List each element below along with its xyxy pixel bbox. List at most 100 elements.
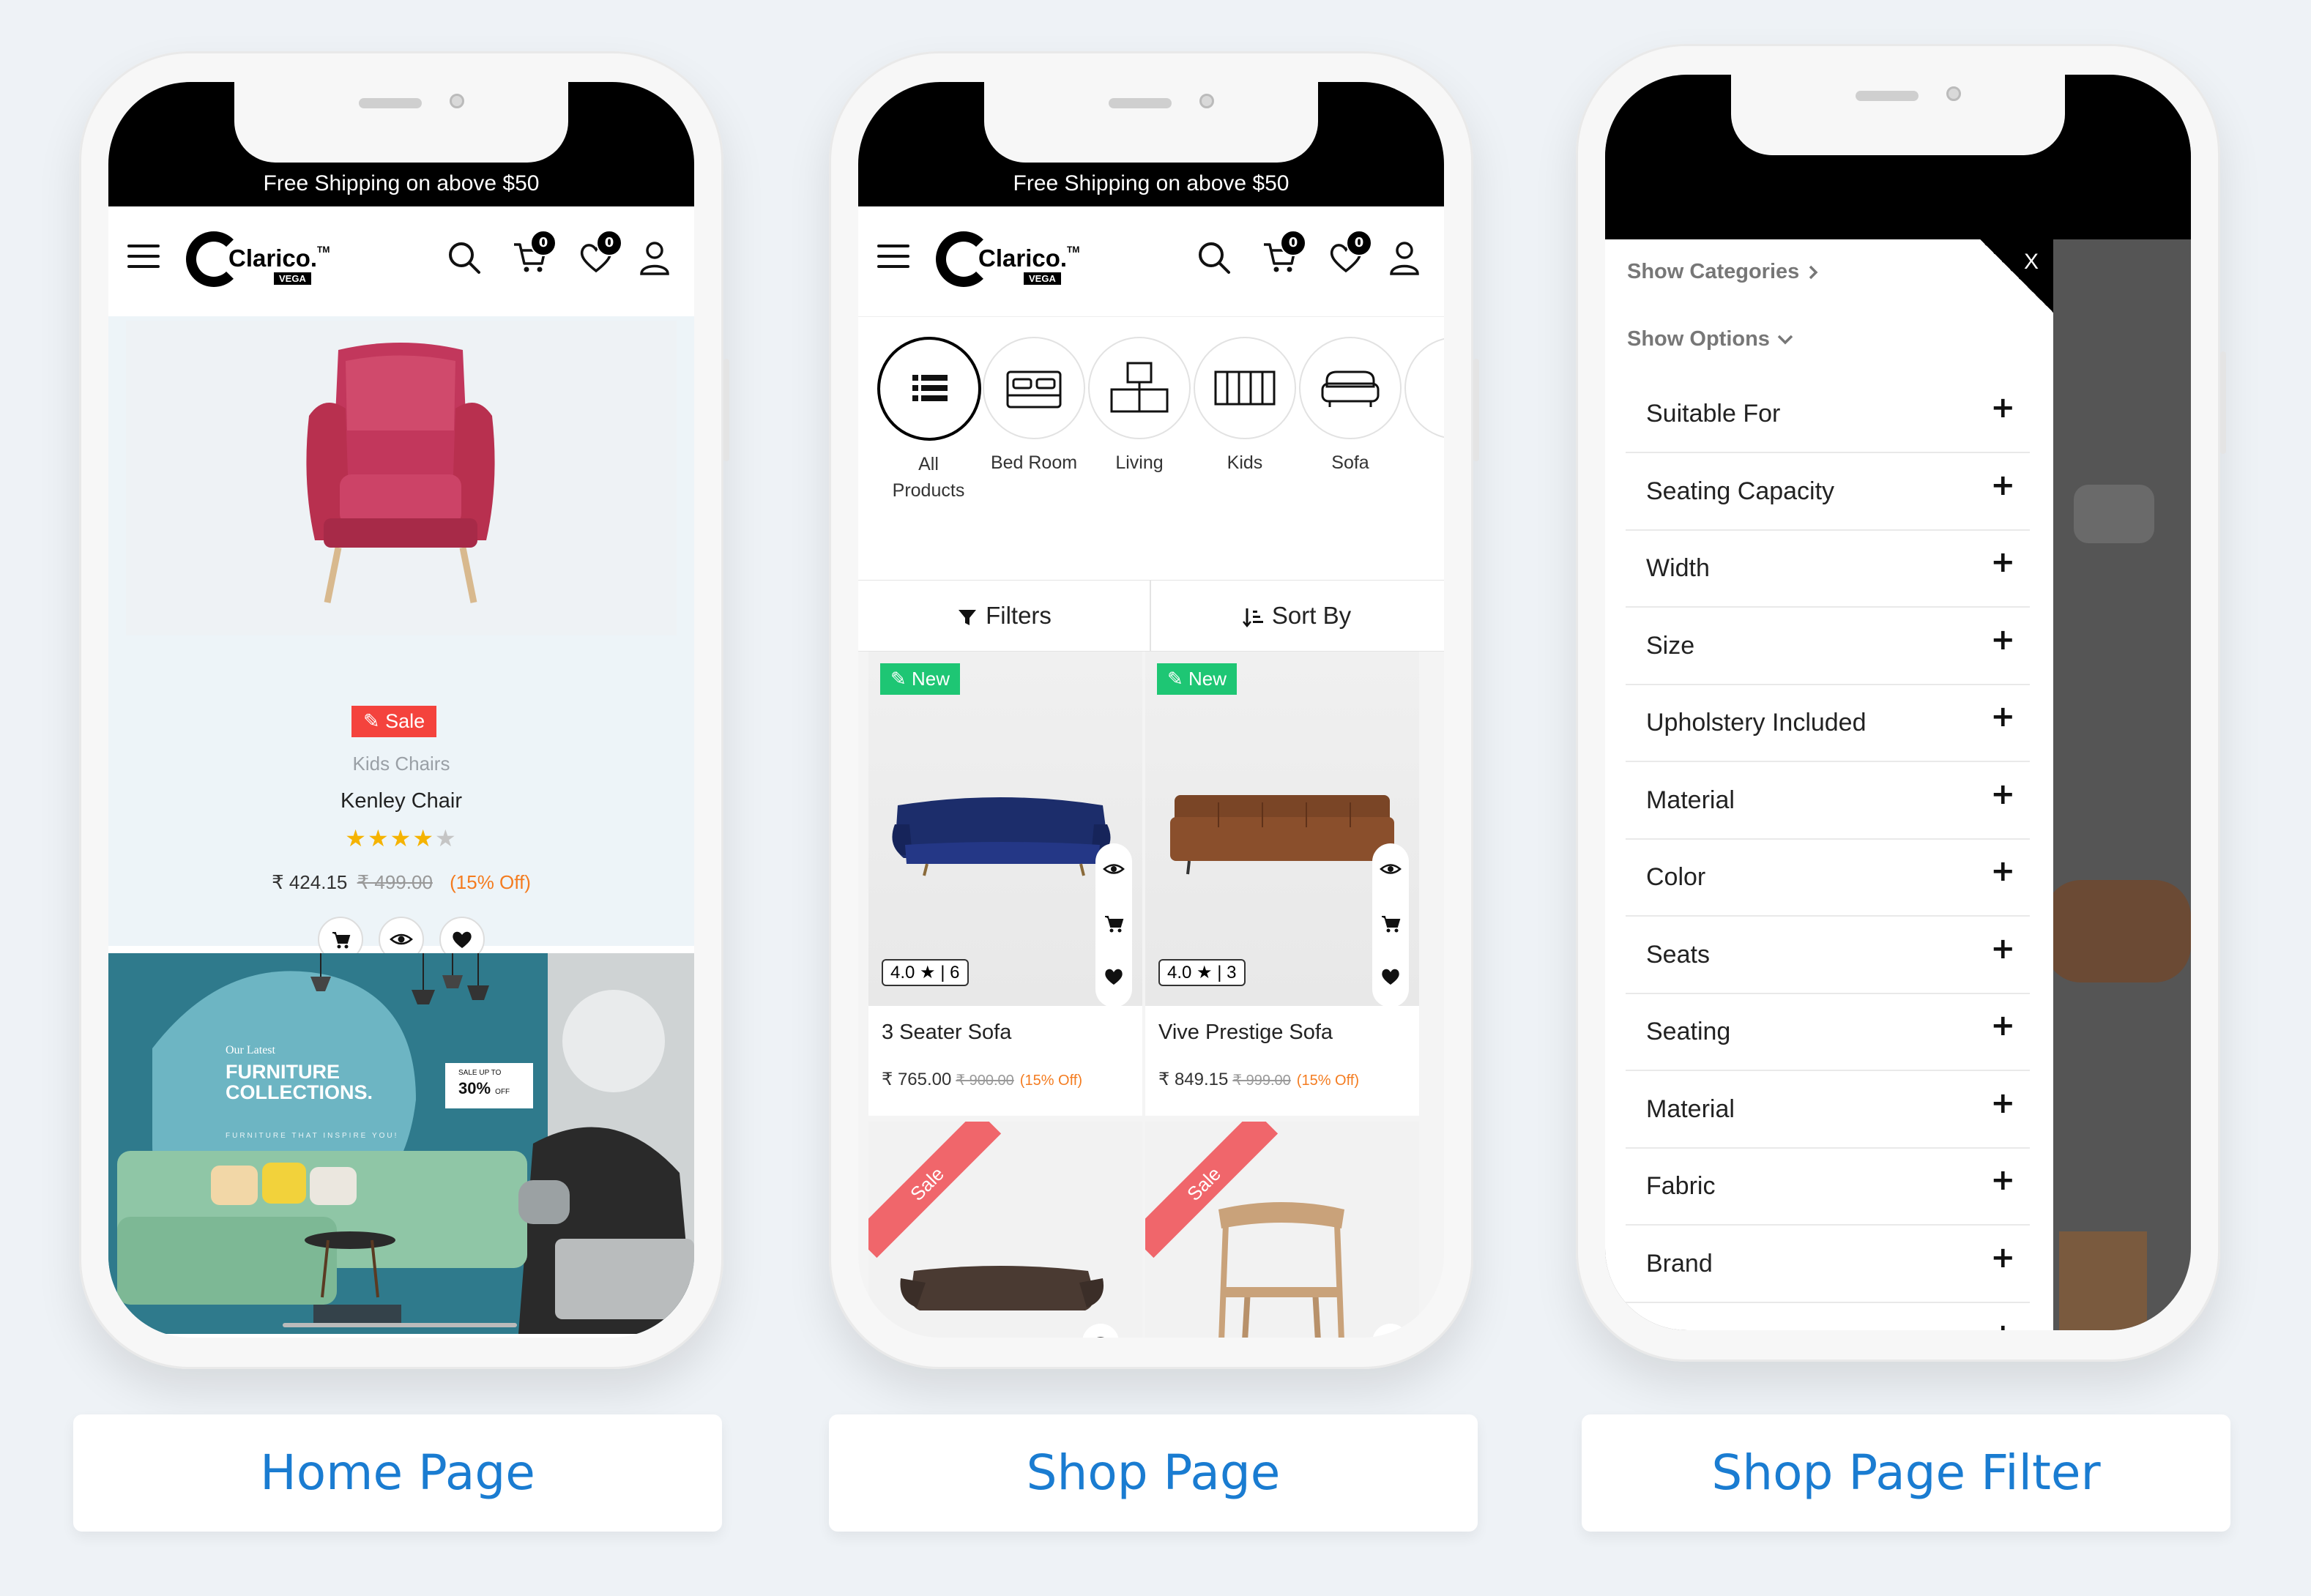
show-options-toggle[interactable]: Show Options bbox=[1627, 327, 1795, 351]
cart-icon[interactable] bbox=[1101, 911, 1126, 936]
quick-view-button[interactable] bbox=[1082, 1324, 1119, 1338]
category-all-products[interactable]: All Products bbox=[877, 337, 981, 504]
search-icon[interactable] bbox=[444, 237, 485, 278]
plus-icon[interactable]: + bbox=[1990, 932, 2015, 966]
user-icon[interactable] bbox=[634, 237, 675, 278]
logo-tm: TM bbox=[1067, 245, 1080, 255]
wishlist-button[interactable]: 0 bbox=[576, 230, 622, 278]
product-name[interactable]: 3 Seater Sofa bbox=[882, 1021, 1011, 1045]
category-living[interactable]: Living bbox=[1088, 337, 1191, 476]
plus-icon[interactable]: + bbox=[1990, 1241, 2015, 1275]
product-category[interactable]: Kids Chairs bbox=[108, 753, 694, 775]
plus-icon[interactable]: + bbox=[1990, 700, 2015, 734]
filter-option[interactable]: Seats + bbox=[1626, 916, 2030, 994]
filters-button[interactable]: Filters bbox=[858, 581, 1150, 651]
filter-option[interactable]: Seating + bbox=[1626, 993, 2030, 1071]
product-card[interactable]: ✎ New 4.0 ★ | 6 3 Seater Sofa ₹ 765.00 ₹ … bbox=[868, 652, 1142, 1116]
product-image[interactable] bbox=[126, 321, 677, 635]
wishlist-button[interactable]: 0 bbox=[1325, 230, 1372, 278]
banner-title: FURNITURE COLLECTIONS. bbox=[226, 1062, 373, 1103]
product-info: Vive Prestige Sofa ₹ 849.15 ₹ 999.00 (15% … bbox=[1145, 1006, 1419, 1116]
armchair-image bbox=[306, 343, 495, 603]
logo-text: Clarico. bbox=[978, 245, 1068, 272]
cart-icon[interactable] bbox=[1378, 911, 1403, 936]
plus-icon[interactable]: + bbox=[1990, 1318, 2015, 1330]
product-card[interactable]: ✎ New 4.0 ★ | 3 Vive Prestige Sofa ₹ 849… bbox=[1145, 652, 1419, 1116]
filter-sort-bar: Filters Sort By bbox=[858, 580, 1444, 652]
new-label: New bbox=[1188, 668, 1227, 690]
old-price: ₹ 999.00 bbox=[1232, 1073, 1291, 1089]
eye-icon[interactable] bbox=[1101, 857, 1126, 881]
filter-option[interactable]: Price Range + bbox=[1626, 1302, 2030, 1330]
home-indicator bbox=[283, 1323, 517, 1327]
filter-icon bbox=[959, 610, 977, 626]
product-name[interactable]: Kenley Chair bbox=[108, 789, 694, 813]
show-categories-toggle[interactable]: Show Categories bbox=[1627, 260, 1821, 284]
plus-icon[interactable]: + bbox=[1990, 778, 2015, 811]
cart-button[interactable]: 0 bbox=[1259, 230, 1306, 278]
category-sofa[interactable]: Sofa bbox=[1299, 337, 1402, 476]
caption-home: Home Page bbox=[73, 1414, 722, 1532]
filter-option[interactable]: Brand + bbox=[1626, 1225, 2030, 1303]
camera bbox=[1946, 86, 1961, 101]
rating-chip: 4.0 ★ | 6 bbox=[882, 959, 969, 986]
wooden-chair-image bbox=[1218, 1202, 1344, 1338]
brand-logo[interactable]: Clarico.TM VEGA bbox=[186, 227, 330, 291]
filter-option[interactable]: Fabric + bbox=[1626, 1147, 2030, 1226]
banner-sale-value: 30% OFF bbox=[458, 1079, 510, 1098]
filter-option[interactable]: Material + bbox=[1626, 761, 2030, 840]
logo-text: Clarico. bbox=[228, 245, 318, 272]
product-card[interactable]: Sale bbox=[868, 1122, 1142, 1338]
product-name[interactable]: Vive Prestige Sofa bbox=[1158, 1021, 1333, 1045]
cart-button[interactable]: 0 bbox=[510, 230, 557, 278]
user-icon[interactable] bbox=[1384, 237, 1425, 278]
rating-value: 4.0 bbox=[890, 963, 915, 982]
plus-icon[interactable]: + bbox=[1990, 391, 2015, 425]
sort-button[interactable]: Sort By bbox=[1151, 581, 1443, 651]
camera bbox=[450, 94, 464, 108]
brand-logo[interactable]: Clarico.TM VEGA bbox=[936, 227, 1079, 291]
filter-option[interactable]: Material + bbox=[1626, 1070, 2030, 1149]
filter-option[interactable]: Seating Capacity + bbox=[1626, 452, 2030, 531]
menu-icon[interactable] bbox=[127, 245, 160, 275]
card-actions bbox=[1095, 843, 1132, 1007]
category-kids[interactable]: Kids bbox=[1194, 337, 1296, 476]
promo-banner[interactable]: Our Latest FURNITURE COLLECTIONS. FURNITU… bbox=[108, 953, 694, 1334]
plus-icon[interactable]: + bbox=[1990, 854, 2015, 888]
filter-option[interactable]: Size + bbox=[1626, 607, 2030, 685]
plus-icon[interactable]: + bbox=[1990, 545, 2015, 579]
filters-label: Filters bbox=[986, 602, 1052, 629]
menu-icon[interactable] bbox=[877, 245, 909, 275]
filter-option[interactable]: Suitable For + bbox=[1626, 375, 2030, 453]
quick-view-button[interactable] bbox=[1372, 1324, 1409, 1338]
price: ₹ 849.15 bbox=[1158, 1070, 1229, 1089]
caption-filter-text: Shop Page Filter bbox=[1711, 1444, 2101, 1501]
close-button[interactable]: X bbox=[1980, 239, 2053, 313]
heart-icon[interactable] bbox=[1378, 963, 1403, 988]
filter-option[interactable]: Color + bbox=[1626, 838, 2030, 917]
plus-icon[interactable]: + bbox=[1990, 469, 2015, 502]
star-icon: ★ bbox=[345, 824, 368, 852]
sale-badge: ✎ Sale bbox=[351, 706, 437, 737]
chevron-right-icon bbox=[1809, 266, 1818, 280]
filter-option[interactable]: Width + bbox=[1626, 529, 2030, 608]
plus-icon[interactable]: + bbox=[1990, 1009, 2015, 1043]
banner-title-line1: FURNITURE bbox=[226, 1061, 340, 1083]
category-bed-room[interactable]: Bed Room bbox=[983, 337, 1085, 476]
filter-option-label: Width bbox=[1646, 554, 1710, 582]
star-icon: ★ bbox=[412, 824, 436, 852]
product-card[interactable]: Sale bbox=[1145, 1122, 1419, 1338]
banner-title-line2: COLLECTIONS. bbox=[226, 1081, 373, 1103]
filter-option[interactable]: Upholstery Included + bbox=[1626, 684, 2030, 762]
search-icon[interactable] bbox=[1194, 237, 1235, 278]
eye-icon[interactable] bbox=[1378, 857, 1403, 881]
heart-icon[interactable] bbox=[1101, 963, 1126, 988]
close-icon: X bbox=[2023, 250, 2039, 274]
plus-icon[interactable]: + bbox=[1990, 623, 2015, 657]
new-badge: ✎ New bbox=[880, 663, 961, 695]
star-icon: ★ bbox=[920, 963, 936, 982]
star-icon: ★ bbox=[390, 824, 413, 852]
plus-icon[interactable]: + bbox=[1990, 1086, 2015, 1120]
category-next[interactable] bbox=[1404, 337, 1444, 439]
plus-icon[interactable]: + bbox=[1990, 1163, 2015, 1197]
